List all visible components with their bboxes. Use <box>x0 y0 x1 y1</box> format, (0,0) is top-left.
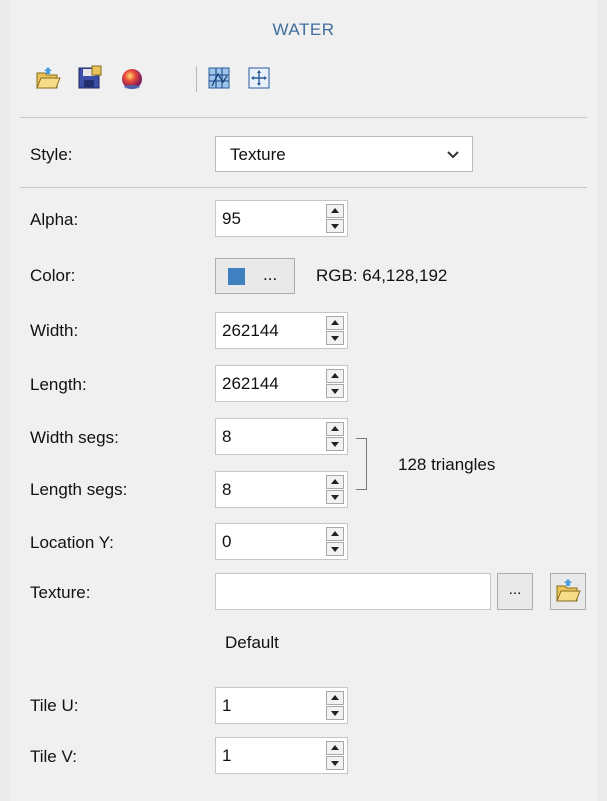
width-segs-up-button[interactable] <box>326 422 344 436</box>
length-stepper[interactable]: 262144 <box>215 365 348 402</box>
length-segs-stepper[interactable]: 8 <box>215 471 348 508</box>
length-label: Length: <box>30 375 87 394</box>
width-down-button[interactable] <box>326 331 344 345</box>
divider-middle <box>20 187 587 188</box>
texture-label: Texture: <box>30 583 91 602</box>
water-panel: WATER Style: Texture Alpha: 95 Color: ..… <box>10 0 597 801</box>
tile-v-value[interactable]: 1 <box>222 746 231 766</box>
width-label: Width: <box>30 321 79 340</box>
length-down-button[interactable] <box>326 384 344 398</box>
tile-v-stepper[interactable]: 1 <box>215 737 348 774</box>
color-picker-ellipsis: ... <box>263 265 278 284</box>
location-y-stepper[interactable]: 0 <box>215 523 348 560</box>
style-label: Style: <box>30 145 73 164</box>
triangle-count: 128 triangles <box>398 455 496 474</box>
tile-v-label: Tile V: <box>30 747 77 766</box>
open-folder-icon <box>556 579 581 602</box>
length-segs-up-button[interactable] <box>326 475 344 489</box>
tile-u-stepper[interactable]: 1 <box>215 687 348 724</box>
color-swatch <box>228 268 245 285</box>
color-picker-button[interactable]: ... <box>215 258 295 294</box>
width-segs-label: Width segs: <box>30 428 119 447</box>
location-y-down-button[interactable] <box>326 542 344 556</box>
tile-v-up-button[interactable] <box>326 741 344 755</box>
toolbar-separator <box>196 66 197 92</box>
alpha-up-button[interactable] <box>326 204 344 218</box>
color-ball-icon[interactable] <box>118 64 146 92</box>
texture-path-input[interactable] <box>215 573 491 610</box>
width-segs-stepper[interactable]: 8 <box>215 418 348 455</box>
style-dropdown[interactable]: Texture <box>215 136 473 172</box>
length-segs-label: Length segs: <box>30 480 128 499</box>
divider-top <box>20 117 587 118</box>
texture-default-text: Default <box>225 633 279 652</box>
location-y-value[interactable]: 0 <box>222 532 231 552</box>
color-rgb-text: RGB: 64,128,192 <box>316 266 448 285</box>
texture-open-button[interactable] <box>550 573 586 610</box>
alpha-stepper[interactable]: 95 <box>215 200 348 237</box>
width-segs-down-button[interactable] <box>326 437 344 451</box>
length-value[interactable]: 262144 <box>222 374 279 394</box>
chevron-down-icon <box>447 151 459 159</box>
texture-browse-ellipsis: ... <box>508 581 522 598</box>
segs-bracket <box>356 438 367 490</box>
grid-icon[interactable] <box>206 64 234 92</box>
length-segs-value[interactable]: 8 <box>222 480 231 500</box>
tile-u-value[interactable]: 1 <box>222 696 231 716</box>
move-icon[interactable] <box>246 64 274 92</box>
style-selected-value: Texture <box>230 145 286 164</box>
location-y-up-button[interactable] <box>326 527 344 541</box>
length-segs-down-button[interactable] <box>326 490 344 504</box>
tile-u-up-button[interactable] <box>326 691 344 705</box>
length-up-button[interactable] <box>326 369 344 383</box>
tile-u-down-button[interactable] <box>326 706 344 720</box>
alpha-label: Alpha: <box>30 210 79 229</box>
width-segs-value[interactable]: 8 <box>222 427 231 447</box>
width-value[interactable]: 262144 <box>222 321 279 341</box>
alpha-down-button[interactable] <box>326 219 344 233</box>
save-icon[interactable] <box>76 64 104 92</box>
panel-title: WATER <box>272 20 335 39</box>
location-y-label: Location Y: <box>30 533 114 552</box>
width-stepper[interactable]: 262144 <box>215 312 348 349</box>
open-folder-icon[interactable] <box>34 64 62 92</box>
tile-u-label: Tile U: <box>30 696 79 715</box>
color-label: Color: <box>30 266 76 285</box>
texture-browse-button[interactable]: ... <box>497 573 533 610</box>
width-up-button[interactable] <box>326 316 344 330</box>
alpha-value[interactable]: 95 <box>222 209 241 229</box>
tile-v-down-button[interactable] <box>326 756 344 770</box>
